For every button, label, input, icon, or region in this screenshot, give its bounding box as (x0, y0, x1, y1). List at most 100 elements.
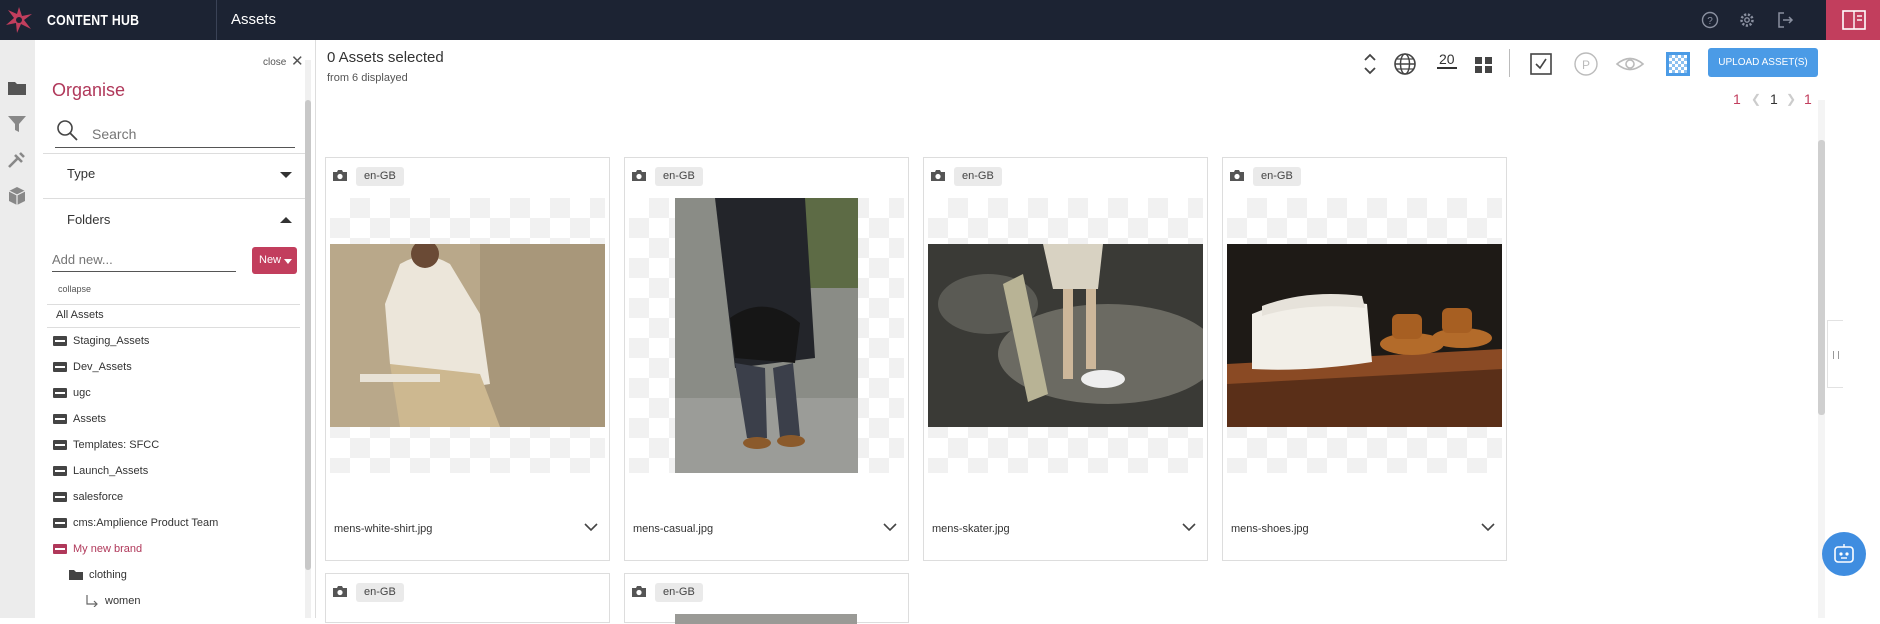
next-page-icon[interactable]: ❯ (1786, 92, 1796, 106)
filter-icon[interactable] (6, 113, 28, 135)
asset-image (1227, 244, 1502, 427)
preview-eye-icon[interactable] (1615, 51, 1645, 77)
panel-scrollbar[interactable] (305, 60, 311, 618)
close-icon[interactable]: ✕ (291, 54, 304, 69)
assistant-button[interactable] (1822, 532, 1866, 576)
storage-folder-icon (53, 440, 67, 450)
close-link[interactable]: close (263, 57, 286, 68)
folder-label: Templates: SFCC (73, 439, 160, 451)
asset-filename: mens-casual.jpg (633, 523, 714, 535)
main-area: 0 Assets selected from 6 displayed 20 P … (316, 40, 1825, 624)
brand-name: CONTENT HUB (47, 12, 140, 29)
divider (43, 198, 305, 199)
content-hub-logo[interactable] (4, 5, 34, 35)
logout-icon[interactable] (1775, 10, 1795, 30)
folders-section-label[interactable]: Folders (67, 212, 110, 227)
storage-folder-icon (53, 336, 67, 346)
asset-thumbnail[interactable] (675, 614, 857, 624)
folder-label: salesforce (73, 491, 124, 503)
chatbot-icon (1834, 544, 1854, 563)
add-folder-input[interactable] (52, 252, 232, 267)
chevron-down-icon[interactable] (1481, 522, 1495, 532)
divider (47, 304, 300, 305)
locale-badge: en-GB (356, 167, 404, 186)
folder-label: Assets (73, 413, 107, 425)
drawer-handle[interactable] (1827, 320, 1843, 388)
page-size-selector[interactable]: 20 (1437, 51, 1457, 69)
asset-filename: mens-shoes.jpg (1231, 523, 1309, 535)
svg-text:?: ? (1707, 16, 1713, 27)
displayed-count: from 6 displayed (327, 72, 408, 84)
chevron-down-icon[interactable] (1182, 522, 1196, 532)
divider (43, 153, 305, 154)
locale-badge: en-GB (655, 583, 703, 602)
type-section-label[interactable]: Type (67, 166, 95, 181)
folder-icon (69, 570, 83, 580)
grip-icon (1833, 351, 1839, 359)
camera-icon (632, 586, 646, 597)
page-title: Assets (231, 11, 277, 28)
search-input[interactable] (92, 126, 292, 142)
chevron-down-icon[interactable] (883, 522, 897, 532)
publish-icon[interactable]: P (1572, 51, 1600, 77)
top-bar: CONTENT HUB Assets ? (0, 0, 1880, 40)
folder-icon[interactable] (6, 77, 28, 99)
storage-folder-icon (53, 492, 67, 502)
add-folder-field (52, 251, 236, 272)
camera-icon (333, 586, 347, 597)
all-assets-link[interactable]: All Assets (56, 309, 104, 321)
first-page-link[interactable]: 1 (1733, 91, 1741, 107)
toolbar-divider (1509, 49, 1510, 77)
chevron-down-icon[interactable] (584, 522, 598, 532)
asset-card[interactable]: en-GB mens-casual.jpg (624, 157, 909, 561)
locale-badge: en-GB (1253, 167, 1301, 186)
asset-card[interactable]: en-GB (325, 573, 610, 623)
chevron-down-icon[interactable] (280, 172, 292, 178)
sort-icon[interactable] (1360, 51, 1380, 77)
asset-thumbnail[interactable] (1227, 198, 1502, 473)
organise-panel: close ✕ Organise Type Folders New collap… (35, 40, 316, 618)
folder-label: My new brand (73, 543, 143, 555)
storage-folder-icon (53, 388, 67, 398)
panel-title: Organise (52, 80, 126, 100)
help-icon[interactable]: ? (1700, 10, 1720, 30)
folder-label: Dev_Assets (73, 361, 132, 373)
folder-label: women (105, 595, 141, 607)
folder-label: ugc (73, 387, 91, 399)
collapse-link[interactable]: collapse (58, 284, 91, 294)
asset-card[interactable]: en-GB mens-shoes.jpg (1222, 157, 1507, 561)
search-box (55, 118, 295, 148)
asset-thumbnail[interactable] (928, 198, 1203, 473)
globe-icon[interactable] (1392, 51, 1418, 77)
asset-card[interactable]: en-GB (624, 573, 909, 624)
transparency-grid-icon[interactable] (1665, 51, 1691, 77)
settings-icon[interactable] (1737, 10, 1757, 30)
grid-view-icon[interactable] (1473, 51, 1495, 77)
last-page-link[interactable]: 1 (1804, 91, 1812, 107)
storage-folder-icon (53, 414, 67, 424)
new-button-label: New (259, 254, 282, 266)
scrollbar-thumb[interactable] (305, 100, 311, 570)
current-page: 1 (1770, 91, 1778, 107)
asset-thumbnail[interactable] (629, 198, 904, 473)
select-all-checkbox-icon[interactable] (1528, 51, 1554, 77)
camera-icon (1230, 170, 1244, 181)
chevron-up-icon[interactable] (280, 217, 292, 223)
tools-icon[interactable] (6, 149, 28, 171)
folder-label: Staging_Assets (73, 335, 150, 347)
upload-assets-button[interactable]: UPLOAD ASSET(S) (1708, 48, 1818, 77)
main-scrollbar[interactable] (1818, 100, 1825, 618)
asset-card[interactable]: en-GB mens-skater.jpg (923, 157, 1208, 561)
asset-filename: mens-white-shirt.jpg (334, 523, 433, 535)
asset-image (675, 198, 858, 473)
camera-icon (632, 170, 646, 181)
scrollbar-thumb[interactable] (1818, 140, 1825, 415)
asset-thumbnail[interactable] (330, 198, 605, 473)
package-icon[interactable] (6, 185, 28, 207)
asset-card[interactable]: en-GB mens-white-shirt.jpg (325, 157, 610, 561)
panel-toggle-button[interactable] (1826, 0, 1880, 40)
previous-page-icon[interactable]: ❮ (1751, 92, 1761, 106)
selection-count: 0 Assets selected (327, 49, 444, 66)
folder-label: clothing (89, 569, 127, 581)
new-folder-button[interactable]: New (252, 247, 297, 274)
